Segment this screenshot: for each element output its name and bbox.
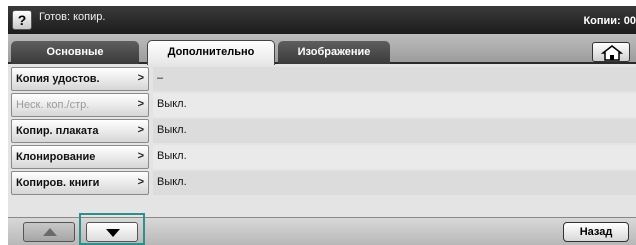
row-value-area [153,119,636,143]
chevron-right-icon: > [137,176,144,188]
row-value: Выкл. [157,150,187,162]
tab-basic[interactable]: Основные [11,41,139,64]
copier-screen: ? Готов: копир. Копии: 00 Основные Допол… [8,6,636,245]
arrow-up-icon [43,228,57,236]
row-value-area [153,171,636,195]
chevron-right-icon: > [137,72,144,84]
book-copy-button[interactable]: Копиров. книги > [11,171,149,195]
clone-copy-button[interactable]: Клонирование > [11,145,149,169]
id-card-copy-button[interactable]: Копия удостов. > [11,67,149,91]
row-value: Выкл. [157,176,187,188]
list-item: Клонирование > Выкл. [8,144,636,170]
status-message: Готов: копир. [39,11,106,23]
row-value: – [157,72,164,84]
chevron-right-icon: > [137,98,144,110]
home-button[interactable] [592,42,630,62]
row-value: Выкл. [157,98,187,110]
list-item: Копиров. книги > Выкл. [8,170,636,196]
row-label: Копир. плаката [16,125,99,137]
chevron-right-icon: > [137,124,144,136]
n-up-copy-button: Неск. коп./стр. > [11,93,149,117]
focus-highlight [79,213,145,245]
row-label: Неск. коп./стр. [16,99,90,111]
row-value: Выкл. [157,124,187,136]
list-item: Копир. плаката > Выкл. [8,118,636,144]
chevron-right-icon: > [137,150,144,162]
tab-image[interactable]: Изображение [278,41,390,64]
scroll-up-button[interactable] [23,222,75,242]
row-label: Копия удостов. [16,73,100,85]
row-value-area [153,145,636,169]
row-label: Клонирование [16,151,96,163]
copies-count: Копии: 00 [583,15,636,27]
tab-strip: Основные Дополнительно Изображение [8,34,636,65]
poster-copy-button[interactable]: Копир. плаката > [11,119,149,143]
list-item: Неск. коп./стр. > Выкл. [8,92,636,118]
row-value-area [153,67,636,91]
help-button[interactable]: ? [12,10,32,30]
back-button[interactable]: Назад [563,222,629,242]
row-value-area [153,93,636,117]
tab-advanced[interactable]: Дополнительно [147,40,275,65]
row-label: Копиров. книги [16,177,100,189]
list-item: Копия удостов. > – [8,66,636,92]
home-icon [600,45,624,61]
status-bar: ? Готов: копир. Копии: 00 [8,6,636,34]
